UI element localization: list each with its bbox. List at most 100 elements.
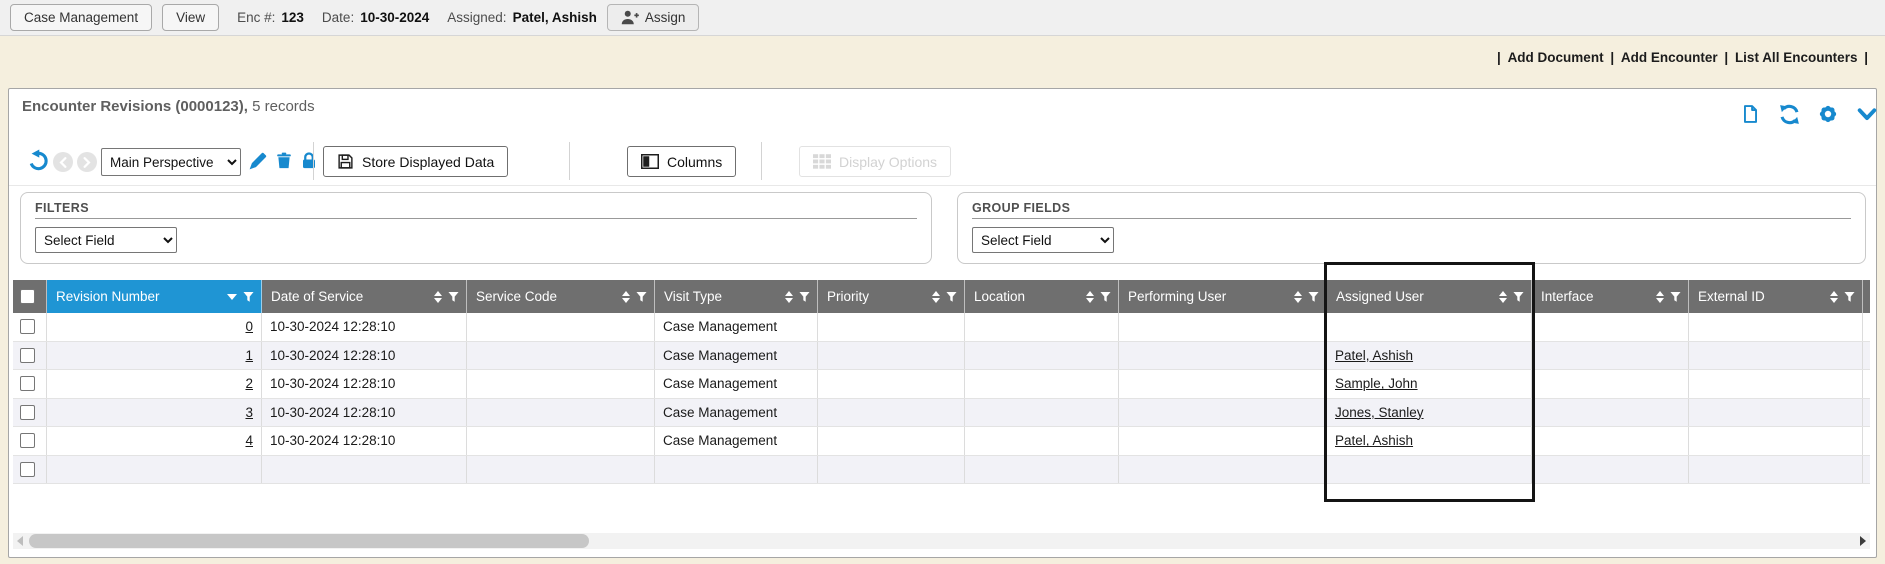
revision_number-link[interactable]: 1: [245, 348, 253, 363]
assign-button[interactable]: Assign: [607, 4, 700, 31]
cell-priority: [818, 370, 965, 398]
cell-date_of_service: 10-30-2024 12:28:10: [262, 399, 467, 427]
cell-location: [965, 342, 1119, 370]
column-header-external_id[interactable]: External ID: [1689, 280, 1863, 313]
revision_number-link[interactable]: 0: [245, 319, 253, 334]
row-checkbox[interactable]: [20, 405, 35, 420]
scrollbar-thumb[interactable]: [29, 534, 589, 548]
cell-s_cut: [1863, 456, 1870, 484]
sort-icon[interactable]: [1830, 291, 1838, 303]
sort-icon[interactable]: [1086, 291, 1094, 303]
filter-funnel-icon[interactable]: [1670, 291, 1681, 303]
select-all-checkbox[interactable]: [20, 289, 35, 304]
revision_number-link[interactable]: 4: [245, 433, 253, 448]
column-header-visit_type[interactable]: Visit Type: [655, 280, 818, 313]
cell-external_id: [1689, 370, 1863, 398]
filter-funnel-icon[interactable]: [243, 291, 254, 303]
column-header-s_cut[interactable]: S: [1863, 280, 1870, 313]
revision_number-link[interactable]: 2: [245, 376, 253, 391]
undo-icon[interactable]: [27, 149, 50, 177]
filter-funnel-icon[interactable]: [1844, 291, 1855, 303]
row-checkbox[interactable]: [20, 348, 35, 363]
sort-descending-icon[interactable]: [227, 294, 237, 300]
column-header-location[interactable]: Location: [965, 280, 1119, 313]
filters-select-field[interactable]: Select Field: [35, 227, 177, 253]
previous-perspective-button[interactable]: [53, 152, 73, 172]
column-header-priority[interactable]: Priority: [818, 280, 965, 313]
add-document-link[interactable]: Add Document: [1508, 50, 1604, 65]
row-checkbox[interactable]: [20, 376, 35, 391]
cell-interface: [1532, 399, 1689, 427]
column-header-label: External ID: [1698, 289, 1824, 304]
sort-icon[interactable]: [434, 291, 442, 303]
cell-assigned_user: [1327, 313, 1532, 341]
assign-button-label: Assign: [645, 10, 686, 25]
sort-icon[interactable]: [932, 291, 940, 303]
sort-icon[interactable]: [785, 291, 793, 303]
filter-funnel-icon[interactable]: [636, 291, 647, 303]
date-label: Date:: [322, 10, 354, 25]
store-displayed-data-button[interactable]: Store Displayed Data: [323, 146, 508, 177]
edit-pencil-icon[interactable]: [247, 151, 268, 177]
sort-icon[interactable]: [622, 291, 630, 303]
filter-funnel-icon[interactable]: [1100, 291, 1111, 303]
gear-icon[interactable]: [1816, 102, 1840, 126]
cell-service_code: [467, 399, 655, 427]
cell-s_cut: [1863, 427, 1870, 455]
horizontal-scrollbar[interactable]: [13, 533, 1870, 549]
filter-funnel-icon[interactable]: [799, 291, 810, 303]
cell-date_of_service: [262, 456, 467, 484]
column-header-performing_user[interactable]: Performing User: [1119, 280, 1327, 313]
assigned_user-link[interactable]: Jones, Stanley: [1335, 405, 1424, 420]
enc-number-value: 123: [281, 10, 304, 25]
row-checkbox[interactable]: [20, 319, 35, 334]
perspective-select[interactable]: Main Perspective: [101, 148, 241, 176]
revision_number-link[interactable]: 3: [245, 405, 253, 420]
scroll-left-arrow-icon[interactable]: [17, 536, 23, 546]
row-checkbox[interactable]: [20, 433, 35, 448]
column-header-revision_number[interactable]: Revision Number: [47, 280, 262, 313]
assigned_user-link[interactable]: Sample, John: [1335, 376, 1418, 391]
filter-funnel-icon[interactable]: [1513, 291, 1524, 303]
cell-date_of_service: 10-30-2024 12:28:10: [262, 313, 467, 341]
column-header-assigned_user[interactable]: Assigned User: [1327, 280, 1532, 313]
add-encounter-link[interactable]: Add Encounter: [1621, 50, 1718, 65]
refresh-icon[interactable]: [1777, 102, 1801, 126]
cell-service_code: [467, 342, 655, 370]
cell-visit_type: Case Management: [655, 427, 818, 455]
column-header-service_code[interactable]: Service Code: [467, 280, 655, 313]
filter-funnel-icon[interactable]: [448, 291, 459, 303]
sort-icon[interactable]: [1656, 291, 1664, 303]
enc-number-label: Enc #:: [237, 10, 275, 25]
screen: Case Management View Enc #: 123 Date: 10…: [0, 0, 1885, 564]
list-all-encounters-link[interactable]: List All Encounters: [1735, 50, 1858, 65]
sort-icon[interactable]: [1499, 291, 1507, 303]
next-perspective-button[interactable]: [77, 152, 97, 172]
lock-icon[interactable]: [300, 151, 318, 176]
sort-icon[interactable]: [1294, 291, 1302, 303]
assigned_user-link[interactable]: Patel, Ashish: [1335, 348, 1413, 363]
table-row: 310-30-2024 12:28:10Case ManagementJones…: [13, 399, 1870, 428]
view-button[interactable]: View: [162, 4, 219, 31]
group-fields-select-field[interactable]: Select Field: [972, 227, 1114, 253]
filter-funnel-icon[interactable]: [946, 291, 957, 303]
filters-section: FILTERS Select Field: [20, 192, 932, 264]
cell-location: [965, 427, 1119, 455]
filter-funnel-icon[interactable]: [1308, 291, 1319, 303]
columns-button[interactable]: Columns: [627, 146, 736, 177]
row-checkbox[interactable]: [20, 462, 35, 477]
panel-header-icons: [1738, 102, 1879, 126]
chevron-down-icon[interactable]: [1855, 102, 1879, 126]
cell-revision_number: 0: [47, 313, 262, 341]
case-management-button[interactable]: Case Management: [10, 4, 152, 31]
assigned_user-link[interactable]: Patel, Ashish: [1335, 433, 1413, 448]
scroll-right-arrow-icon[interactable]: [1860, 536, 1866, 546]
delete-trash-icon[interactable]: [275, 151, 293, 176]
column-header-label: Visit Type: [664, 289, 779, 304]
column-header-date_of_service[interactable]: Date of Service: [262, 280, 467, 313]
cell-performing_user: [1119, 342, 1327, 370]
column-header-interface[interactable]: Interface: [1532, 280, 1689, 313]
table-row: 410-30-2024 12:28:10Case ManagementPatel…: [13, 427, 1870, 456]
select-all-header-cell[interactable]: [13, 280, 47, 313]
new-document-icon[interactable]: [1738, 102, 1762, 126]
